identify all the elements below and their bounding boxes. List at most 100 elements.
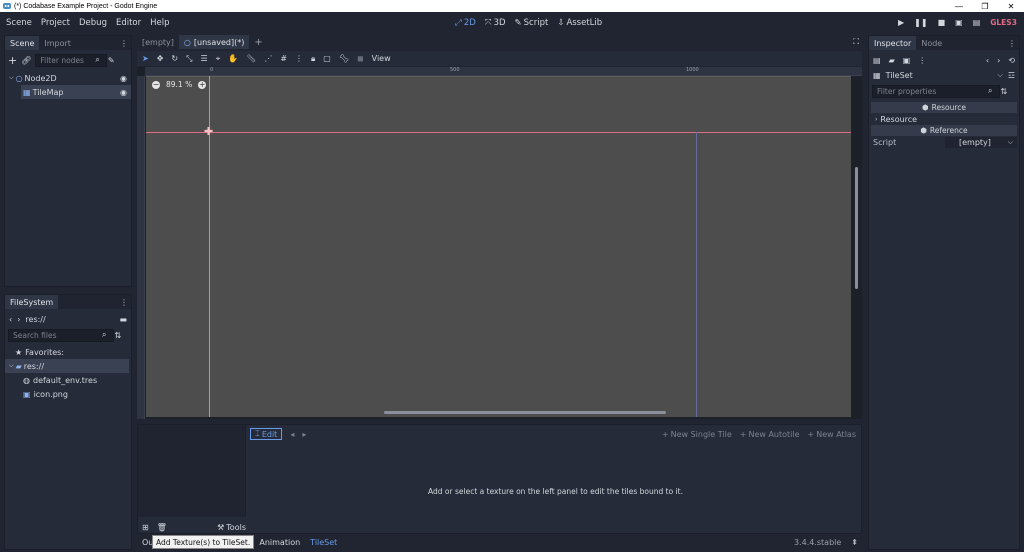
edit-tile-button[interactable]: ⌶ Edit bbox=[250, 428, 283, 440]
canvas-viewport[interactable]: 0 500 1000 ✚ − 89.1 % + bbox=[137, 67, 862, 419]
add-texture-icon[interactable]: ⊞ bbox=[142, 523, 149, 532]
list-select-icon[interactable]: ☰ bbox=[201, 54, 208, 63]
restore-icon[interactable]: ❐ bbox=[972, 2, 998, 11]
forward-arrow-icon[interactable]: › bbox=[17, 315, 20, 324]
tab-animation[interactable]: Animation bbox=[259, 538, 300, 547]
group-resource[interactable]: › Resource bbox=[871, 113, 1017, 125]
filter-properties-input[interactable]: Filter properties bbox=[872, 84, 1000, 98]
rotate-mode-icon[interactable]: ↻ bbox=[171, 54, 178, 63]
trash-icon[interactable]: 🗑︎ bbox=[157, 523, 167, 532]
play-scene-icon[interactable]: ▣ bbox=[955, 18, 963, 27]
prev-tile-icon[interactable]: ◂ bbox=[290, 430, 294, 439]
pivot-mode-icon[interactable]: ⌖ bbox=[216, 54, 221, 64]
minimize-icon[interactable]: — bbox=[946, 2, 972, 11]
file-item-icon-png[interactable]: ▣ icon.png bbox=[5, 387, 131, 401]
script-attach-icon[interactable]: ✎ bbox=[108, 56, 115, 65]
menu-help[interactable]: Help bbox=[150, 18, 169, 28]
zoom-out-icon[interactable]: − bbox=[152, 80, 160, 89]
tab-empty-scene[interactable]: [empty] bbox=[137, 35, 179, 49]
add-node-icon[interactable]: + bbox=[8, 54, 17, 67]
workspace-3d-button[interactable]: ⤧ 3D bbox=[485, 18, 506, 28]
ruler-mode-icon[interactable]: 📏︎ bbox=[246, 54, 256, 63]
search-files-input[interactable]: Search files bbox=[8, 328, 114, 342]
workspace-assetlib-button[interactable]: ⇩ AssetLib bbox=[557, 18, 602, 28]
dock-menu-icon[interactable]: ⋮ bbox=[120, 39, 128, 48]
move-mode-icon[interactable]: ✥ bbox=[157, 54, 164, 63]
next-tile-icon[interactable]: ▸ bbox=[302, 430, 306, 439]
group-icon[interactable]: ▢ bbox=[323, 54, 331, 63]
zoom-in-icon[interactable]: + bbox=[198, 80, 207, 89]
new-autotile-button[interactable]: + New Autotile bbox=[740, 430, 800, 439]
panel-expand-icon[interactable]: ⇞ bbox=[851, 538, 858, 547]
tools-menu-button[interactable]: ⚒ Tools bbox=[217, 523, 246, 532]
texture-list[interactable] bbox=[138, 425, 246, 517]
menu-scene[interactable]: Scene bbox=[6, 18, 32, 28]
tab-unsaved-scene[interactable]: ○ [unsaved](*) bbox=[178, 35, 250, 49]
tab-inspector[interactable]: Inspector bbox=[869, 36, 917, 50]
resource-menu-icon[interactable]: ⋮ bbox=[918, 56, 926, 65]
add-scene-tab-button[interactable]: + bbox=[254, 37, 262, 48]
view-menu-button[interactable]: View bbox=[372, 54, 391, 63]
camera-icon[interactable]: ◼ bbox=[357, 54, 364, 63]
menu-debug[interactable]: Debug bbox=[79, 18, 107, 28]
tree-item-tilemap[interactable]: ▦ TileMap ◉ bbox=[21, 85, 131, 99]
new-resource-icon[interactable]: ▤ bbox=[873, 56, 881, 65]
menu-project[interactable]: Project bbox=[41, 18, 70, 28]
split-view-icon[interactable]: ▬ bbox=[119, 315, 127, 324]
stop-icon[interactable]: ■ bbox=[938, 18, 946, 27]
tab-node[interactable]: Node bbox=[916, 36, 947, 50]
sort-icon[interactable]: ⇅ bbox=[1000, 87, 1007, 96]
new-single-tile-button[interactable]: + New Single Tile bbox=[662, 430, 732, 439]
save-resource-icon[interactable]: ▣ bbox=[903, 56, 911, 65]
select-mode-icon[interactable]: ➤ bbox=[142, 54, 149, 63]
grid-snap-icon[interactable]: # bbox=[280, 54, 287, 63]
dock-menu-icon[interactable]: ⋮ bbox=[120, 298, 128, 307]
chevron-down-icon[interactable]: ⌵ bbox=[9, 362, 14, 370]
visibility-eye-icon[interactable]: ◉ bbox=[120, 74, 127, 83]
sort-icon[interactable]: ⇅ bbox=[114, 331, 121, 340]
link-icon[interactable]: 🔗︎ bbox=[21, 56, 31, 65]
chevron-down-icon[interactable]: ⌵ bbox=[998, 71, 1003, 80]
script-value-field[interactable]: [empty] ⌵ bbox=[945, 137, 1017, 148]
tab-scene[interactable]: Scene bbox=[5, 36, 40, 50]
forward-arrow-icon[interactable]: › bbox=[997, 56, 1000, 65]
path-field[interactable]: res:// bbox=[25, 315, 45, 324]
tab-import[interactable]: Import bbox=[39, 36, 76, 50]
workspace-script-button[interactable]: ✎ Script bbox=[515, 18, 549, 28]
menu-editor[interactable]: Editor bbox=[116, 18, 141, 28]
pause-icon[interactable]: ❚❚ bbox=[914, 18, 927, 27]
close-icon[interactable]: ✕ bbox=[998, 2, 1024, 11]
new-atlas-button[interactable]: + New Atlas bbox=[808, 430, 856, 439]
visibility-eye-icon[interactable]: ◉ bbox=[120, 88, 127, 97]
tree-item-res-root[interactable]: ⌵ ▰ res:// bbox=[5, 359, 129, 373]
play-icon[interactable]: ▶ bbox=[898, 18, 904, 27]
tab-filesystem[interactable]: FileSystem bbox=[5, 295, 59, 309]
lock-icon[interactable]: 🔒︎ bbox=[311, 54, 315, 64]
scale-mode-icon[interactable]: ⤡ bbox=[186, 54, 192, 64]
chevron-down-icon[interactable]: ⌵ bbox=[1008, 138, 1013, 147]
horizontal-scrollbar[interactable] bbox=[384, 411, 666, 414]
file-item-default-env[interactable]: ◍ default_env.tres bbox=[5, 373, 131, 387]
play-custom-scene-icon[interactable]: ▤ bbox=[973, 18, 981, 27]
workspace-2d-button[interactable]: ⤢ 2D bbox=[455, 18, 476, 28]
pan-mode-icon[interactable]: ✋ bbox=[228, 54, 238, 63]
back-arrow-icon[interactable]: ‹ bbox=[986, 56, 989, 65]
chevron-down-icon[interactable]: ⌵ bbox=[9, 74, 14, 82]
renderer-label[interactable]: GLES3 bbox=[990, 18, 1017, 27]
zoom-level[interactable]: 89.1 % bbox=[166, 80, 192, 89]
object-properties-icon[interactable]: ☲ bbox=[1008, 71, 1015, 80]
snap-options-icon[interactable]: ⋮ bbox=[295, 54, 303, 63]
history-icon[interactable]: ⟲ bbox=[1008, 56, 1015, 65]
tree-item-favorites[interactable]: ★ Favorites: bbox=[5, 345, 131, 359]
tab-tileset[interactable]: TileSet bbox=[310, 538, 337, 547]
dock-menu-icon[interactable]: ⋮ bbox=[1008, 39, 1016, 48]
smart-snap-icon[interactable]: ⋰ bbox=[264, 54, 272, 63]
object-selector[interactable]: ▦ TileSet ⌵ ☲ bbox=[869, 68, 1019, 82]
skeleton-icon[interactable]: 🦴︎ bbox=[339, 54, 349, 63]
load-resource-icon[interactable]: ▰ bbox=[889, 56, 895, 65]
back-arrow-icon[interactable]: ‹ bbox=[9, 315, 12, 324]
tree-item-node2d[interactable]: ⌵ ○ Node2D ◉ bbox=[5, 71, 131, 85]
distraction-free-icon[interactable]: ⛶ bbox=[853, 37, 859, 47]
vertical-scrollbar[interactable] bbox=[855, 167, 858, 289]
canvas-area[interactable]: ✚ − 89.1 % + bbox=[146, 76, 851, 417]
